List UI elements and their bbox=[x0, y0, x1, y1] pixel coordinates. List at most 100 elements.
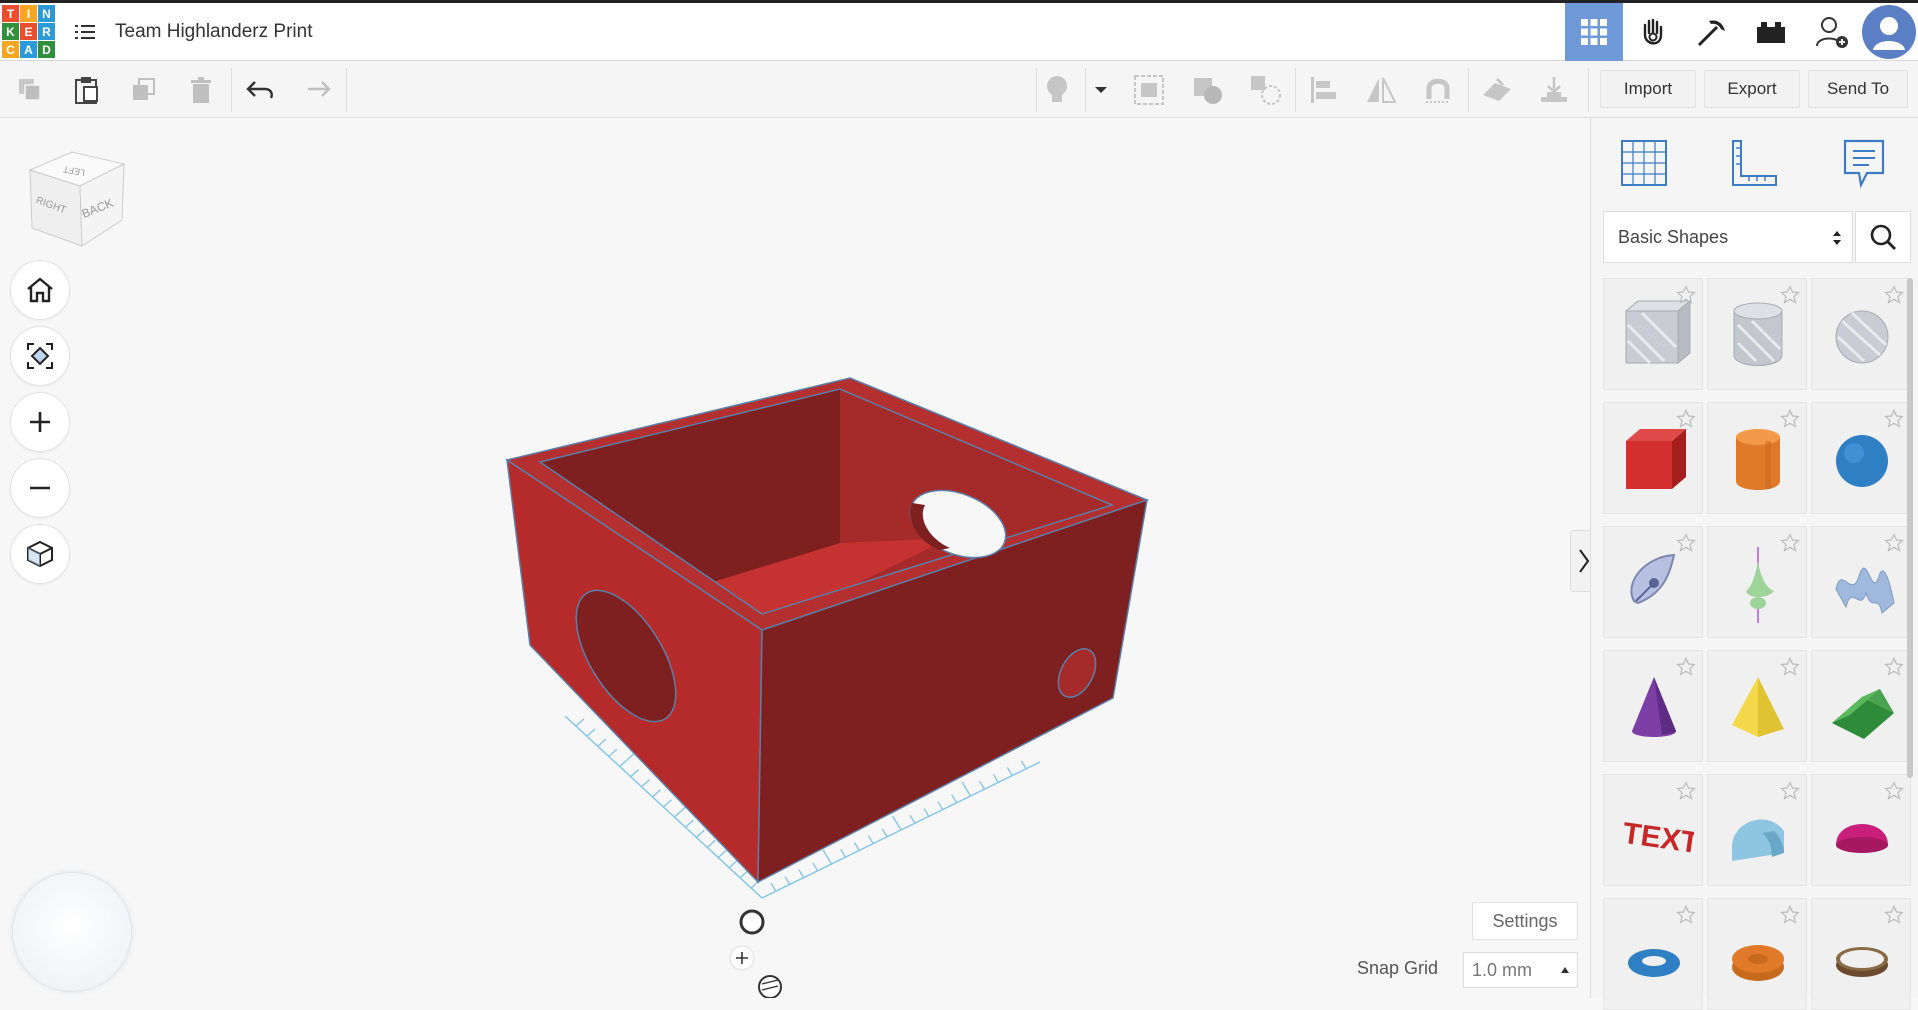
favorite-star-icon[interactable] bbox=[1780, 533, 1800, 553]
redo-button[interactable] bbox=[292, 62, 342, 118]
add-workplane-icon[interactable] bbox=[729, 945, 755, 971]
chevron-right-icon bbox=[1579, 549, 1590, 573]
drop-to-plane-button[interactable] bbox=[1529, 62, 1579, 118]
shape-tile-scribble[interactable] bbox=[1603, 526, 1703, 638]
mirror-button[interactable] bbox=[1356, 62, 1406, 118]
ruler-tick bbox=[1020, 760, 1027, 770]
favorite-star-icon[interactable] bbox=[1884, 285, 1904, 305]
ruler-tab[interactable] bbox=[1721, 132, 1787, 194]
shape-tile-half-sphere[interactable] bbox=[1811, 774, 1911, 886]
favorite-star-icon[interactable] bbox=[1676, 781, 1696, 801]
half-sphere-icon bbox=[1836, 824, 1888, 853]
shape-tile-roof[interactable] bbox=[1811, 650, 1911, 762]
scene-canvas[interactable] bbox=[0, 118, 1590, 998]
undo-button[interactable] bbox=[235, 62, 285, 118]
favorite-star-icon[interactable] bbox=[1884, 533, 1904, 553]
shape-tile-tube[interactable] bbox=[1707, 898, 1807, 1010]
favorite-star-icon[interactable] bbox=[1780, 905, 1800, 925]
align-button[interactable] bbox=[1299, 62, 1349, 118]
shape-search-button[interactable] bbox=[1855, 211, 1911, 263]
shape-tile-box-hole[interactable] bbox=[1603, 278, 1703, 390]
copy-button[interactable] bbox=[5, 62, 55, 118]
favorite-star-icon[interactable] bbox=[1676, 285, 1696, 305]
workplane-grid-icon[interactable] bbox=[758, 975, 782, 998]
orbit-control[interactable] bbox=[12, 872, 132, 992]
ruler-tick bbox=[909, 814, 916, 824]
shape-tile-cone[interactable] bbox=[1603, 650, 1703, 762]
favorite-star-icon[interactable] bbox=[1780, 657, 1800, 677]
favorite-star-icon[interactable] bbox=[1884, 409, 1904, 429]
favorite-star-icon[interactable] bbox=[1884, 905, 1904, 925]
shape-tile-ring[interactable] bbox=[1811, 898, 1911, 1010]
grid-view-button[interactable] bbox=[1565, 3, 1623, 61]
notes-dropdown-button[interactable] bbox=[1076, 62, 1126, 118]
red-box-model[interactable] bbox=[505, 377, 1150, 884]
logo-letter: E bbox=[20, 23, 37, 40]
export-button[interactable]: Export bbox=[1704, 70, 1800, 108]
workplane-tab[interactable] bbox=[1611, 132, 1677, 194]
send-to-button[interactable]: Send To bbox=[1808, 70, 1908, 108]
paste-icon bbox=[75, 77, 98, 104]
workplane-viewport[interactable]: LEFT RIGHT BACK Settings Snap Grid 1.0 m… bbox=[0, 118, 1590, 998]
logo-letter: K bbox=[2, 23, 19, 40]
favorite-star-icon[interactable] bbox=[1780, 409, 1800, 429]
pyramid-icon bbox=[1732, 677, 1784, 737]
ruler-tick bbox=[992, 774, 999, 783]
shape-tile-cylinder-hole[interactable] bbox=[1707, 278, 1807, 390]
settings-button[interactable]: Settings bbox=[1472, 902, 1578, 940]
favorite-star-icon[interactable] bbox=[1884, 657, 1904, 677]
duplicate-button[interactable] bbox=[119, 62, 169, 118]
add-user-button[interactable] bbox=[1803, 3, 1861, 61]
group-button[interactable] bbox=[1124, 62, 1174, 118]
notes-light-button[interactable] bbox=[1032, 62, 1082, 118]
undo-icon bbox=[246, 81, 273, 99]
shape-tile-shape-generator[interactable] bbox=[1707, 526, 1807, 638]
cruise-button[interactable] bbox=[1413, 62, 1463, 118]
panel-scrollbar[interactable] bbox=[1907, 278, 1913, 778]
favorite-star-icon[interactable] bbox=[1676, 409, 1696, 429]
app-header: TIN KER CAD Team Highlanderz Print bbox=[0, 3, 1918, 61]
workplane-origin-marker[interactable] bbox=[739, 909, 765, 935]
shape-tile-torus[interactable] bbox=[1603, 898, 1703, 1010]
shape-tile-sphere[interactable] bbox=[1811, 402, 1911, 514]
shape-tile-half-cylinder[interactable] bbox=[1707, 774, 1807, 886]
ruler-tick bbox=[840, 848, 846, 858]
snap-grid-select[interactable]: 1.0 mm bbox=[1463, 952, 1578, 988]
design-title[interactable]: Team Highlanderz Print bbox=[115, 21, 312, 43]
circuits-button[interactable] bbox=[1624, 3, 1682, 61]
workplane-button[interactable] bbox=[1472, 62, 1522, 118]
account-button[interactable] bbox=[1860, 3, 1918, 61]
pickaxe-icon bbox=[1697, 20, 1725, 47]
favorite-star-icon[interactable] bbox=[1780, 781, 1800, 801]
paste-button[interactable] bbox=[62, 62, 112, 118]
cylinder-hole-icon bbox=[1733, 302, 1783, 366]
shape-tile-text[interactable]: TEXT bbox=[1603, 774, 1703, 886]
search-icon bbox=[1870, 224, 1896, 250]
bricks-button[interactable] bbox=[1742, 3, 1800, 61]
hole-solid-button[interactable] bbox=[1240, 62, 1290, 118]
favorite-star-icon[interactable] bbox=[1676, 533, 1696, 553]
shape-tile-cylinder[interactable] bbox=[1707, 402, 1807, 514]
favorite-star-icon[interactable] bbox=[1676, 657, 1696, 677]
delete-button[interactable] bbox=[176, 62, 226, 118]
magnet-icon bbox=[1426, 78, 1450, 103]
shape-category-select[interactable]: Basic Shapes bbox=[1603, 211, 1853, 263]
shape-tile-box[interactable] bbox=[1603, 402, 1703, 514]
ruler-tick bbox=[770, 882, 777, 892]
favorite-star-icon[interactable] bbox=[1780, 285, 1800, 305]
favorite-star-icon[interactable] bbox=[1884, 781, 1904, 801]
favorite-star-icon[interactable] bbox=[1676, 905, 1696, 925]
menu-list-icon[interactable] bbox=[74, 21, 96, 43]
shape-tile-sphere-hole[interactable] bbox=[1811, 278, 1911, 390]
codeblocks-button[interactable] bbox=[1683, 3, 1741, 61]
ungroup-button[interactable] bbox=[1183, 62, 1233, 118]
tinkercad-logo[interactable]: TIN KER CAD bbox=[2, 5, 55, 58]
torus-icon bbox=[1628, 949, 1680, 977]
align-icon bbox=[1311, 77, 1336, 103]
import-button[interactable]: Import bbox=[1600, 70, 1696, 108]
shape-tile-pyramid[interactable] bbox=[1707, 650, 1807, 762]
notes-tab[interactable] bbox=[1831, 132, 1897, 194]
ruler-tick bbox=[812, 862, 819, 872]
ruler-tick bbox=[739, 870, 749, 879]
shape-tile-text-wave[interactable] bbox=[1811, 526, 1911, 638]
